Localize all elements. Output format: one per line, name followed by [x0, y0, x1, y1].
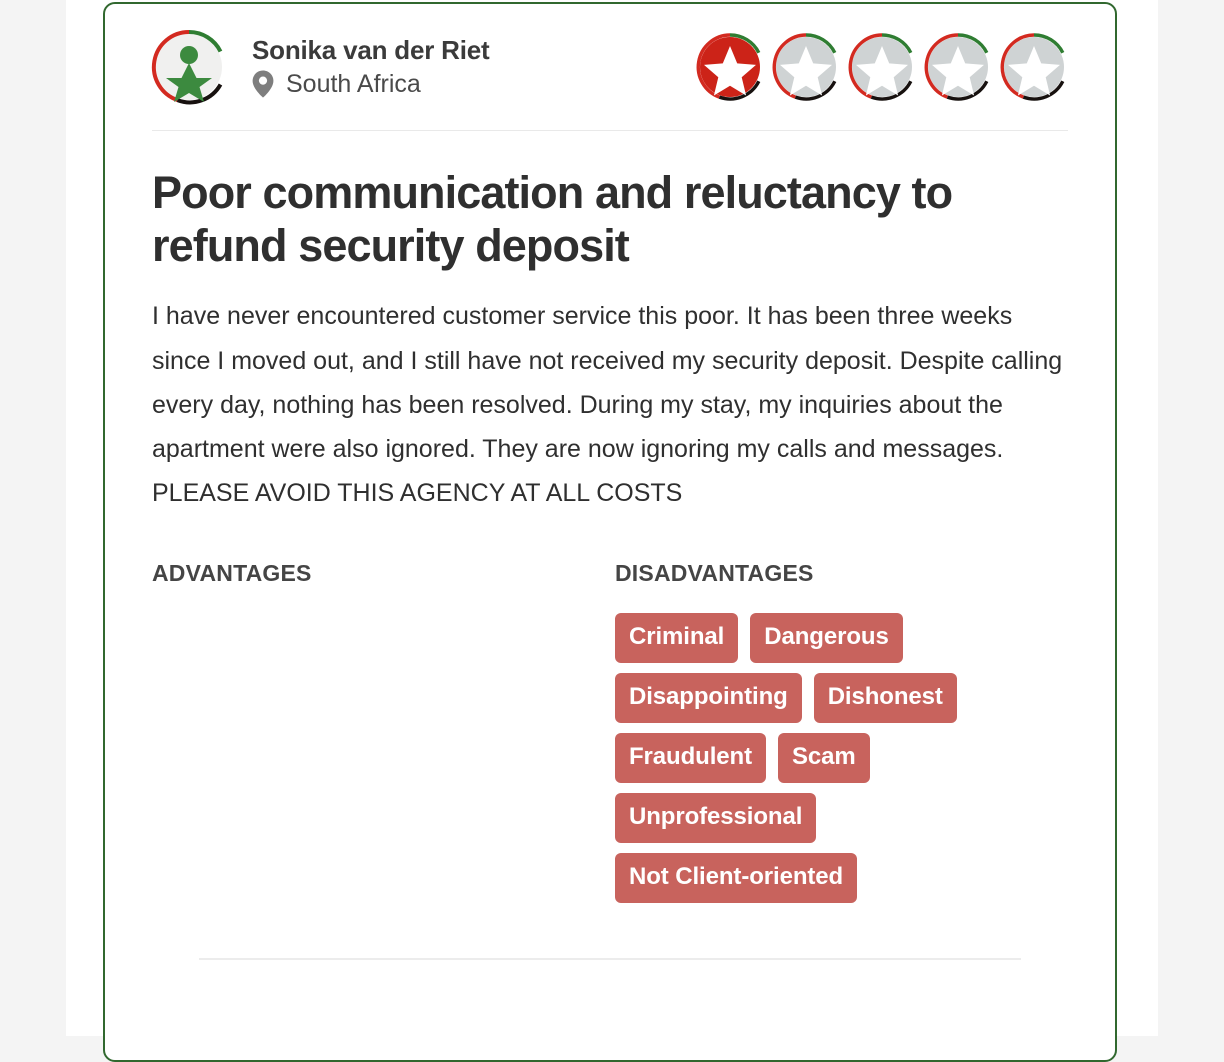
reviewer-name: Sonika van der Riet — [252, 34, 490, 65]
footer-divider — [199, 957, 1021, 960]
disadvantage-tag[interactable]: Unprofessional — [615, 792, 817, 843]
review-body-text: I have never encountered customer servic… — [152, 302, 1063, 508]
map-pin-icon — [252, 70, 274, 98]
disadvantage-tag[interactable]: Scam — [778, 732, 870, 783]
trustpilot-star-person-avatar-icon — [150, 28, 228, 106]
rating-star-4-empty[interactable] — [922, 31, 994, 103]
rating-star-3-empty[interactable] — [846, 31, 918, 103]
review-card-header: Sonika van der Riet South Africa — [105, 4, 1115, 130]
reviewer-location: South Africa — [252, 70, 490, 98]
pros-and-cons: ADVANTAGES DISADVANTAGES Criminal Dangero… — [152, 560, 1068, 903]
rating-star-1-filled[interactable] — [694, 31, 766, 103]
rating-stars[interactable] — [694, 31, 1070, 103]
page-root: Sonika van der Riet South Africa Poor co… — [0, 0, 1224, 1062]
disadvantages-column: DISADVANTAGES Criminal Dangerous Disappoin… — [615, 560, 1078, 903]
review-title: Poor communication and reluctancy to ref… — [152, 167, 953, 271]
page-gutter-right — [1158, 0, 1224, 1036]
disadvantages-heading: DISADVANTAGES — [615, 559, 814, 586]
advantages-heading: ADVANTAGES — [152, 559, 312, 586]
advantages-column: ADVANTAGES — [152, 560, 615, 903]
disadvantage-tag[interactable]: Dishonest — [813, 672, 957, 723]
rating-star-5-empty[interactable] — [998, 31, 1070, 103]
reviewer-text-block: Sonika van der Riet South Africa — [252, 36, 490, 99]
page-gutter-left — [0, 0, 66, 1036]
disadvantage-tag[interactable]: Criminal — [615, 612, 739, 663]
disadvantage-tag[interactable]: Fraudulent — [615, 732, 766, 783]
review-card: Sonika van der Riet South Africa Poor co… — [103, 2, 1117, 1062]
disadvantages-tag-list: Criminal Dangerous Disappointing Dishonest F… — [615, 612, 1055, 903]
reviewer-identity[interactable]: Sonika van der Riet South Africa — [150, 28, 694, 106]
rating-star-2-empty[interactable] — [770, 31, 842, 103]
reviewer-location-label: South Africa — [286, 69, 421, 98]
disadvantage-tag[interactable]: Dangerous — [750, 612, 903, 663]
review-card-body: Poor communication and reluctancy to ref… — [105, 131, 1115, 960]
disadvantage-tag[interactable]: Not Client-oriented — [615, 852, 858, 903]
disadvantage-tag[interactable]: Disappointing — [615, 672, 802, 723]
